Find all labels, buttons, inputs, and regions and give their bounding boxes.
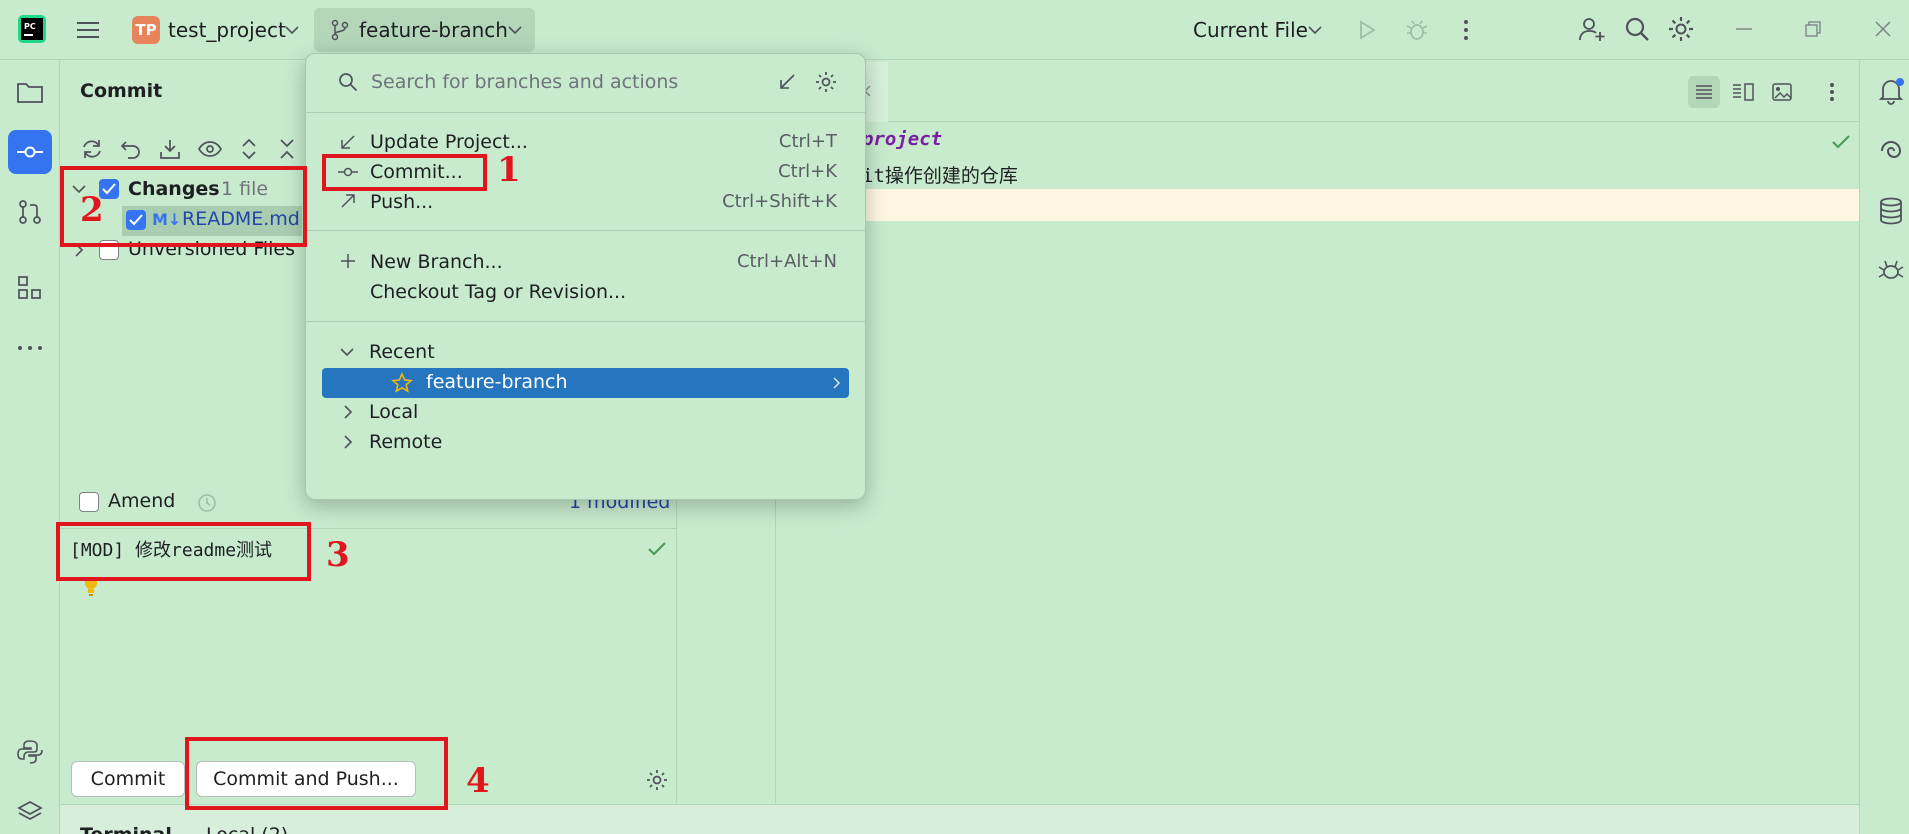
- push-icon: [338, 191, 358, 211]
- left-tool-strip: [0, 60, 60, 834]
- close-window-icon[interactable]: [1872, 18, 1894, 40]
- search-icon: [337, 71, 359, 93]
- shortcut-push: Ctrl+Shift+K: [722, 191, 837, 212]
- chevron-down-icon[interactable]: [505, 20, 525, 40]
- shortcut-new-branch: Ctrl+Alt+N: [736, 251, 837, 272]
- chevron-down-icon[interactable]: [338, 343, 356, 361]
- annotation-number-3: 3: [326, 535, 350, 575]
- popup-separator: [306, 321, 865, 322]
- preview-view-icon[interactable]: [1770, 80, 1794, 104]
- amend-checkbox[interactable]: [79, 492, 99, 512]
- terminal-tab[interactable]: Local (2): [206, 824, 288, 834]
- remote-branches-group[interactable]: Remote: [369, 431, 442, 453]
- more-actions-icon[interactable]: [1456, 17, 1476, 43]
- minimize-icon[interactable]: [1733, 18, 1755, 40]
- menu-item-push[interactable]: Push...: [370, 191, 433, 213]
- chevron-right-icon[interactable]: [340, 433, 356, 451]
- popup-settings-gear-icon[interactable]: [814, 70, 838, 94]
- shelve-icon[interactable]: [158, 137, 182, 161]
- recent-branches-group[interactable]: Recent: [369, 341, 435, 363]
- structure-icon[interactable]: [8, 266, 52, 310]
- shortcut-update-project: Ctrl+T: [778, 131, 837, 152]
- popup-separator: [306, 112, 865, 113]
- menu-item-checkout-tag[interactable]: Checkout Tag or Revision...: [370, 281, 626, 303]
- commit-tool-icon[interactable]: [8, 130, 52, 174]
- editor-line-2: it操作创建的仓库: [862, 165, 1018, 187]
- refresh-icon[interactable]: [80, 137, 104, 161]
- branch-name[interactable]: feature-branch: [359, 18, 508, 42]
- debug-icon[interactable]: [1404, 17, 1430, 43]
- python-console-icon[interactable]: [8, 730, 52, 774]
- commit-options-gear-icon[interactable]: [645, 768, 669, 792]
- branch-search-input[interactable]: Search for branches and actions: [371, 71, 678, 93]
- split-view-icon[interactable]: [1731, 80, 1755, 104]
- commit-button[interactable]: Commit: [71, 761, 185, 797]
- history-clock-icon[interactable]: [196, 492, 218, 514]
- editor-line-1: project: [862, 128, 943, 150]
- no-problems-check-icon: [1830, 132, 1852, 152]
- pycharm-logo-icon: PC: [17, 14, 47, 44]
- amend-label[interactable]: Amend: [108, 490, 175, 512]
- favorite-star-icon[interactable]: [390, 371, 414, 395]
- annotation-number-1: 1: [497, 150, 521, 190]
- chevron-right-icon[interactable]: [340, 403, 356, 421]
- main-menu-icon[interactable]: [74, 16, 102, 44]
- ai-assistant-icon[interactable]: [1876, 136, 1906, 166]
- editor-only-view-icon[interactable]: [1692, 80, 1716, 104]
- svg-text:PC: PC: [24, 22, 36, 31]
- show-diff-eye-icon[interactable]: [197, 137, 223, 161]
- annotation-box-4: [185, 737, 448, 810]
- menu-item-new-branch[interactable]: New Branch...: [370, 251, 503, 273]
- chevron-down-icon[interactable]: [282, 20, 302, 40]
- add-user-icon[interactable]: [1577, 14, 1607, 44]
- scientific-mode-icon[interactable]: [1876, 256, 1906, 286]
- annotation-box-3: [56, 522, 311, 581]
- chevron-down-icon[interactable]: [1305, 20, 1325, 40]
- project-folder-icon[interactable]: [8, 70, 52, 114]
- annotation-number-4: 4: [466, 761, 490, 801]
- title-bar: PC TP test_project feature-branch Curren…: [0, 0, 1909, 60]
- popup-separator: [306, 230, 865, 231]
- branch-icon: [329, 18, 351, 42]
- project-badge[interactable]: TP: [132, 16, 160, 44]
- chevron-right-icon[interactable]: [829, 374, 845, 392]
- commit-panel-title: Commit: [80, 80, 163, 102]
- search-icon[interactable]: [1623, 15, 1651, 43]
- run-configuration[interactable]: Current File: [1193, 18, 1308, 42]
- run-icon[interactable]: [1354, 17, 1380, 43]
- update-project-icon: [338, 132, 358, 152]
- fetch-arrow-icon[interactable]: [776, 71, 798, 93]
- checkmark-icon: [646, 538, 668, 560]
- layers-icon[interactable]: [8, 790, 52, 834]
- notifications-bell-icon[interactable]: [1876, 76, 1906, 106]
- project-name[interactable]: test_project: [168, 18, 286, 42]
- rollback-icon[interactable]: [119, 137, 143, 161]
- annotation-number-2: 2: [80, 190, 104, 230]
- right-tool-strip: [1859, 60, 1909, 834]
- restore-window-icon[interactable]: [1802, 18, 1824, 40]
- recent-branch-name[interactable]: feature-branch: [426, 371, 568, 393]
- editor-more-icon[interactable]: [1822, 80, 1842, 104]
- expand-all-icon[interactable]: [237, 137, 261, 161]
- terminal-label[interactable]: Terminal: [80, 824, 172, 834]
- plus-icon: [338, 251, 358, 271]
- database-icon[interactable]: [1876, 196, 1906, 226]
- annotation-box-1: [322, 154, 487, 191]
- pull-requests-icon[interactable]: [8, 190, 52, 234]
- collapse-all-icon[interactable]: [275, 137, 299, 161]
- more-tools-icon[interactable]: [8, 326, 52, 370]
- shortcut-commit: Ctrl+K: [778, 161, 837, 182]
- settings-gear-icon[interactable]: [1666, 14, 1696, 44]
- local-branches-group[interactable]: Local: [369, 401, 418, 423]
